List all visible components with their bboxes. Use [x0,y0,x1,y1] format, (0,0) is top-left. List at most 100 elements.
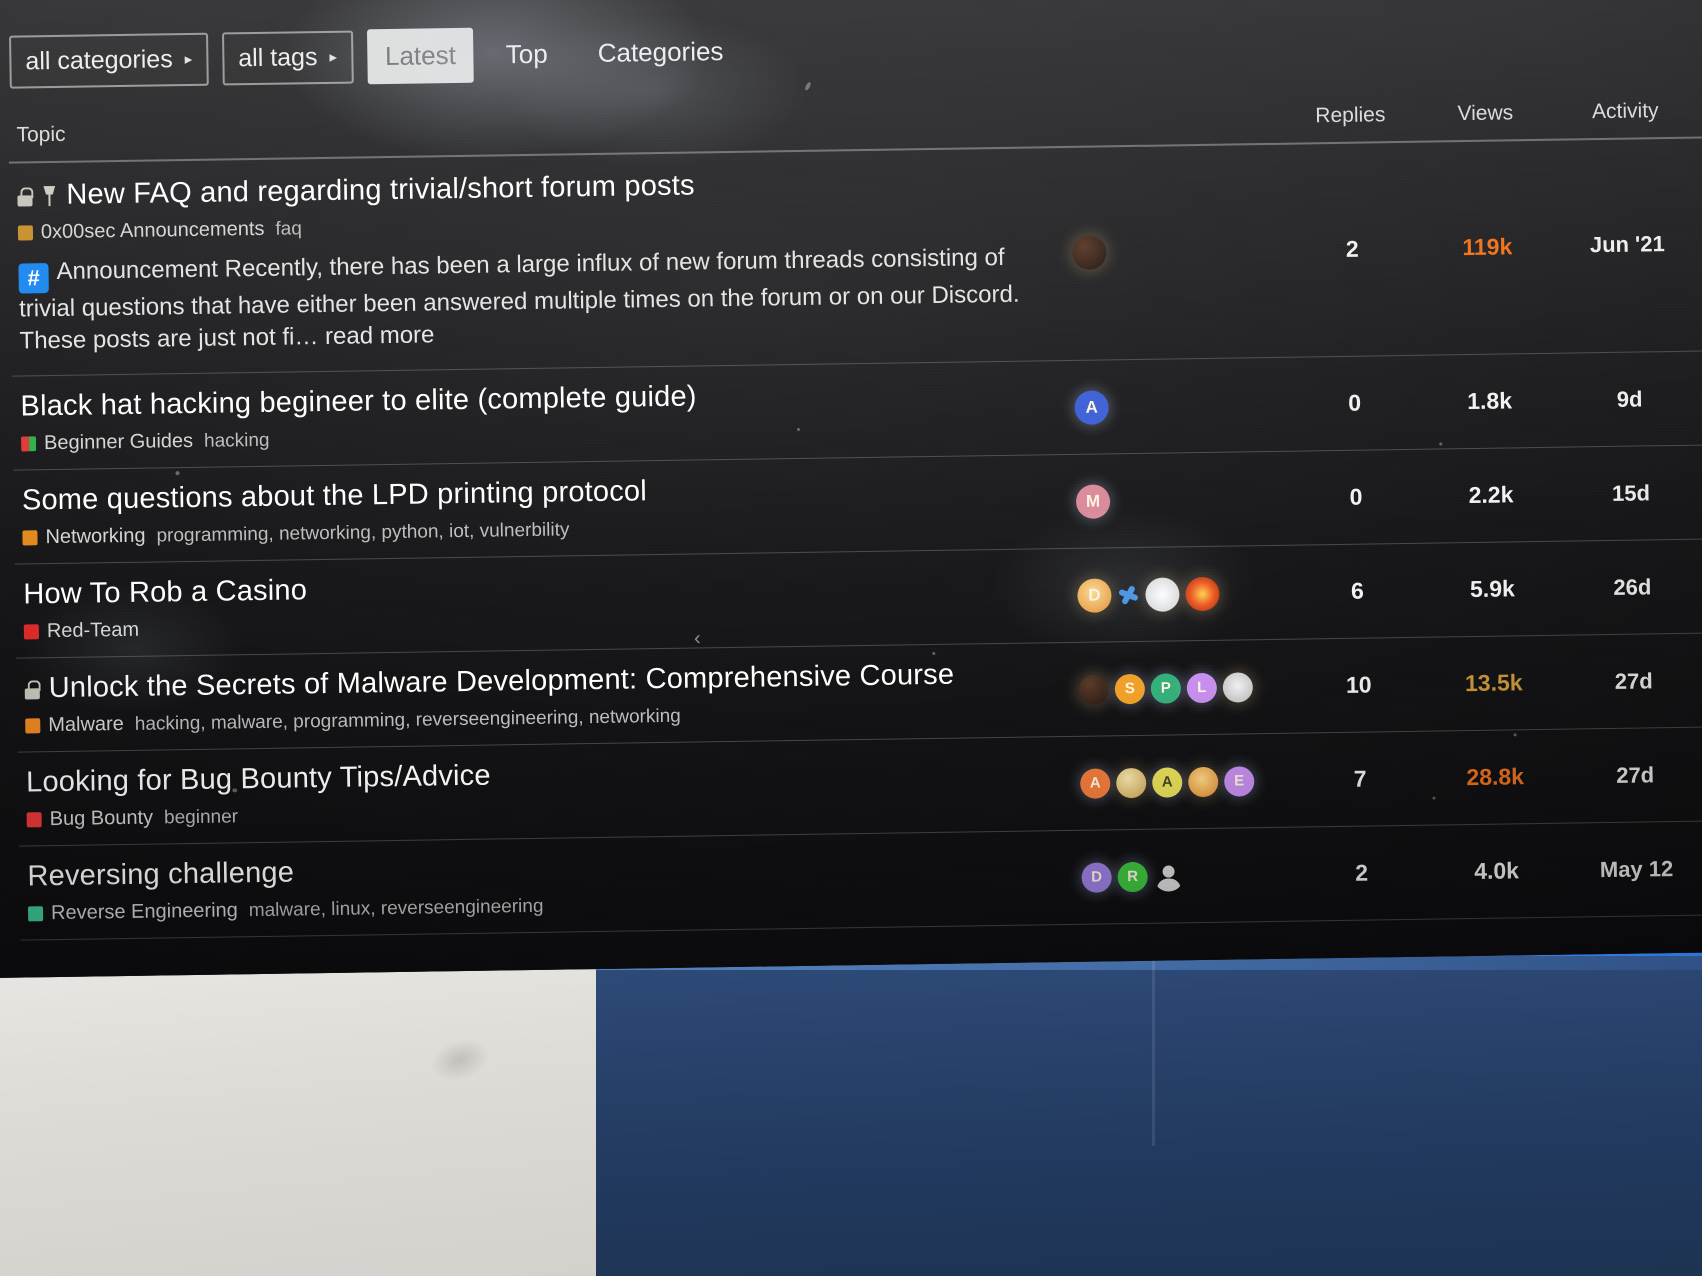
category-link[interactable]: Red-Team [23,619,140,644]
view-count: 119k [1462,232,1513,260]
excerpt-text: Announcement Recently, there has been a … [18,243,1020,355]
desk-surface-left [0,950,600,1276]
reply-count: 7 [1353,765,1367,792]
topic-meta: Bug Bounty beginner [26,793,1071,832]
topic-tags[interactable]: faq [275,218,302,240]
avatar[interactable]: P [1150,672,1182,704]
topic-title[interactable]: Reversing challenge [27,857,294,894]
topic-title-line: Unlock the Secrets of Malware Developmen… [24,657,1068,705]
category-link[interactable]: Reverse Engineering [27,899,238,925]
topic-title-line: Looking for Bug Bounty Tips/Advice [26,751,1070,799]
view-count: 5.9k [1469,575,1515,603]
tag-filter-dropdown[interactable]: all tags ▸ [221,30,354,85]
column-header-activity[interactable]: Activity [1550,99,1700,125]
last-activity[interactable]: 9d [1554,385,1702,413]
lock-icon [17,187,32,206]
avatar[interactable]: A [1080,767,1111,799]
tab-latest[interactable]: Latest [366,27,475,84]
category-link[interactable]: Networking [22,525,146,550]
category-color-swatch [26,812,42,828]
avatar[interactable]: E [1224,765,1255,797]
category-link[interactable]: Malware [25,713,124,737]
chevron-right-icon: ▸ [184,50,193,69]
topic-tags[interactable]: malware, linux, reverseengineering [249,895,544,921]
last-activity[interactable]: May 12 [1561,855,1702,883]
category-filter-dropdown[interactable]: all categories ▸ [9,32,209,89]
topic-title[interactable]: How To Rob a Casino [23,574,307,611]
category-color-swatch [22,530,38,546]
participants [1072,233,1282,270]
read-more-link[interactable]: read more [325,321,435,350]
avatar[interactable] [1222,671,1254,703]
avatar[interactable] [1072,235,1107,270]
topic-title[interactable]: Unlock the Secrets of Malware Developmen… [48,659,954,705]
monitor-photo: Init Discord Partners Sign Up Log In all [0,0,1702,1276]
topic-title-line: How To Rob a Casino [23,563,1067,611]
last-activity[interactable]: 15d [1556,479,1702,507]
topic-title[interactable]: Some questions about the LPD printing pr… [22,475,647,517]
avatar[interactable] [1116,767,1147,798]
topic-title-line: New FAQ and regarding trivial/short foru… [17,164,1061,212]
topic-tags[interactable]: beginner [164,806,238,829]
column-header-topic[interactable]: Topic [16,105,1280,148]
topic-tags[interactable]: programming, networking, python, iot, vu… [156,519,569,547]
last-activity[interactable]: Jun '21 [1552,231,1702,259]
avatar[interactable] [1188,766,1219,797]
participants: D [1077,575,1287,613]
topic-title[interactable]: Black hat hacking begineer to elite (com… [20,381,697,424]
column-header-views[interactable]: Views [1420,101,1550,127]
avatar[interactable]: A [1152,766,1183,798]
last-activity[interactable]: 26d [1557,573,1702,601]
column-header-replies[interactable]: Replies [1280,103,1420,129]
avatar[interactable]: A [1074,389,1109,425]
avatar[interactable]: M [1075,483,1111,519]
topic-tags[interactable]: hacking [204,429,270,452]
forum-page: Init Discord Partners Sign Up Log In all [0,0,1702,978]
reply-count: 0 [1349,483,1363,510]
avatar[interactable]: S [1114,673,1146,704]
topic-excerpt: # Announcement Recently, there has been a… [18,242,1029,358]
participants: D R [1081,859,1291,893]
topic-cell: Some questions about the LPD printing pr… [22,469,1077,550]
topic-meta: Networking programming, networking, pyth… [22,511,1066,549]
topic-title-line: Reversing challenge [27,845,1071,893]
last-activity[interactable]: 27d [1560,761,1702,789]
avatar[interactable]: L [1186,672,1218,703]
participants: M [1075,481,1286,519]
topic-cell: How To Rob a Casino Red-Team [23,563,1078,644]
reply-count: 6 [1350,577,1365,604]
topic-title[interactable]: New FAQ and regarding trivial/short foru… [66,169,695,211]
topic-cell: Black hat hacking begineer to elite (com… [20,375,1075,456]
view-count: 1.8k [1467,387,1513,415]
topic-meta: Malware hacking, malware, programming, r… [25,699,1069,737]
topic-cell: New FAQ and regarding trivial/short foru… [17,164,1074,358]
avatar[interactable] [1185,576,1220,611]
category-name: Reverse Engineering [50,899,238,925]
tab-top[interactable]: Top [487,26,566,82]
avatar[interactable]: R [1117,861,1148,892]
sparkle-icon [1117,583,1139,605]
view-count: 28.8k [1466,763,1525,791]
category-link[interactable]: Bug Bounty [26,807,154,832]
reply-count: 0 [1348,389,1362,416]
lock-icon [25,680,40,699]
topic-title[interactable]: Looking for Bug Bounty Tips/Advice [26,760,491,800]
monitor-bezel-right [596,950,1702,1276]
avatar[interactable] [1078,673,1110,705]
category-link[interactable]: 0x00sec Announcements [17,218,265,245]
bezel-seam [1152,956,1155,1146]
category-link[interactable]: Beginner Guides [21,430,193,456]
topic-cell: Unlock the Secrets of Malware Developmen… [24,657,1079,738]
last-activity[interactable]: 27d [1559,667,1702,695]
topic-title-line: Black hat hacking begineer to elite (com… [20,375,1064,423]
topic-meta: Red-Team [23,605,1068,644]
site-header: Init Discord Partners Sign Up Log In [6,0,1702,12]
avatar[interactable] [1145,576,1180,612]
table-row[interactable]: New FAQ and regarding trivial/short foru… [8,138,1702,377]
topic-tags[interactable]: hacking, malware, programming, reverseen… [135,705,681,735]
avatar[interactable]: D [1077,577,1112,613]
tab-categories[interactable]: Categories [579,23,742,80]
reply-count: 2 [1355,859,1369,886]
avatar[interactable]: D [1081,861,1112,893]
avatar-anonymous-icon[interactable] [1153,861,1183,891]
